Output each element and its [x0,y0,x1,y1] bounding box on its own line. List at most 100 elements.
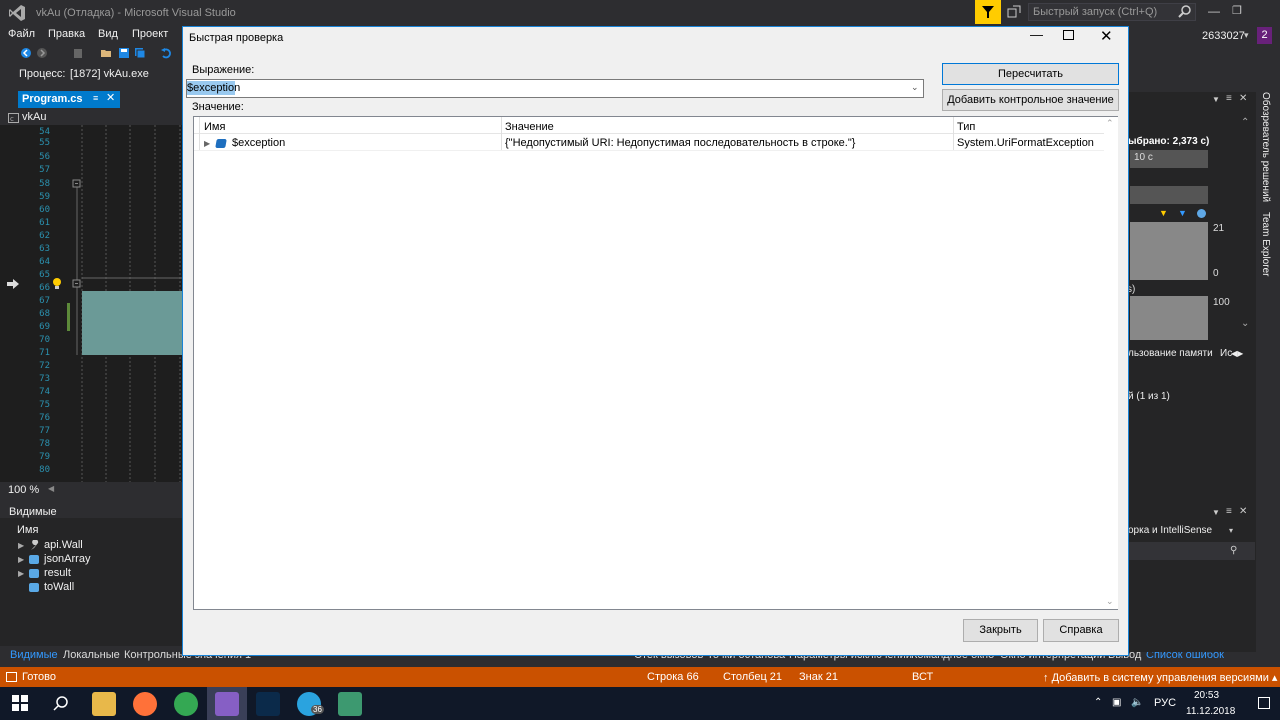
action-center-icon[interactable] [1258,697,1270,709]
clock-date[interactable]: 11.12.2018 [1186,706,1235,717]
panel2-dropdown-icon[interactable]: ▼ [1212,508,1220,517]
feedback-filter-icon[interactable] [975,0,1001,24]
dialog-minimize-button[interactable]: — [1030,27,1043,42]
live-share-icon[interactable] [1007,5,1021,19]
wrench-icon [31,540,39,550]
column-header-name[interactable]: Имя [17,524,38,536]
add-watch-button[interactable]: Добавить контрольное значение [942,89,1119,111]
column-header-value[interactable]: Значение [505,121,554,133]
help-button[interactable]: Справка [1043,619,1119,642]
grid-scrollbar[interactable] [1104,117,1118,609]
tab-locals[interactable]: Локальные [63,649,120,661]
minimize-window-button[interactable]: — [1208,4,1220,18]
file-explorer-icon[interactable] [92,692,116,716]
list-item[interactable]: jsonArray [44,553,90,565]
volume-icon[interactable]: 🔈 [1131,697,1143,708]
scroll-down-icon[interactable]: ⌄ [1241,318,1249,329]
panel-pin-icon[interactable]: ≡ [1226,93,1232,104]
app-window-icon[interactable] [338,692,362,716]
close-tab-icon[interactable]: ✕ [106,91,115,104]
expand-icon[interactable]: ▶ [18,555,24,564]
axis-zero: 0 [1213,268,1219,279]
status-icon [6,672,17,682]
expand-icon[interactable]: ▶ [18,569,24,578]
restore-window-button[interactable]: ❐ [1232,4,1242,17]
scroll-up-icon[interactable]: ⌃ [1241,117,1249,128]
recalculate-button[interactable]: Пересчитать [942,63,1119,85]
value-grid [193,116,1118,610]
expression-dropdown-icon[interactable]: ⌄ [911,82,919,93]
code-app-icon[interactable] [256,692,280,716]
menu-view[interactable]: Вид [98,28,118,40]
tab-scroll-icon[interactable]: ◀▶ [1231,349,1243,358]
search-icon[interactable] [1178,4,1192,18]
tray-chevron-icon[interactable]: ⌃ [1094,697,1102,708]
open-folder-icon[interactable] [100,47,112,59]
grid-scroll-up-icon[interactable]: ⌃ [1106,118,1114,129]
back-icon[interactable] [20,47,32,59]
autos-panel [0,518,182,646]
process-select[interactable]: [1872] vkAu.exe [70,68,149,80]
dialog-maximize-button[interactable] [1063,30,1074,40]
menu-file[interactable]: Файл [8,28,35,40]
visual-studio-icon[interactable] [215,692,239,716]
scroll-left-icon[interactable]: ◀ [48,484,54,493]
user-account[interactable]: 2633027 [1202,30,1245,42]
menu-edit[interactable]: Правка [48,28,85,40]
panel2-pin-icon[interactable]: ≡ [1226,506,1232,517]
filter-dropdown-icon[interactable]: ▾ [1229,526,1233,535]
undo-icon[interactable] [160,47,172,59]
quick-launch-input[interactable]: Быстрый запуск (Ctrl+Q) [1028,3,1196,21]
new-project-icon[interactable] [72,47,84,59]
chrome-icon[interactable] [174,692,198,716]
expression-combobox[interactable] [186,79,924,98]
team-explorer-tab[interactable]: Team Explorer [1260,212,1271,276]
menu-project[interactable]: Проект [132,28,168,40]
expand-icon[interactable]: ▶ [18,541,24,550]
error-search-icon[interactable]: ⚲ [1230,545,1237,556]
panel-dropdown-icon[interactable]: ▼ [1212,95,1220,104]
status-char: Знак 21 [799,671,838,683]
expand-row-icon[interactable]: ▶ [204,139,210,148]
error-list-filter[interactable]: орка и IntelliSense [1128,525,1212,536]
memory-graph [1130,222,1208,280]
close-button[interactable]: Закрыть [963,619,1038,642]
row-value[interactable]: {"Недопустимый URI: Недопустимая последо… [505,137,855,149]
network-icon[interactable]: ▣ [1112,697,1121,708]
expression-input[interactable]: $exception [187,82,240,94]
pin-tab-icon[interactable]: ≡ [93,93,98,103]
solution-explorer-tab[interactable]: Обозреватель решений [1260,92,1271,202]
list-item[interactable]: api.Wall [44,539,83,551]
save-all-icon[interactable] [134,47,146,59]
clock-time[interactable]: 20:53 [1194,690,1219,701]
notifications-badge[interactable]: 2 [1257,27,1272,44]
firefox-icon[interactable] [133,692,157,716]
variable-icon [29,569,39,578]
zoom-level[interactable]: 100 % [8,484,39,496]
column-separator[interactable] [953,117,954,150]
lightbulb-icon[interactable] [52,277,62,290]
tab-memory-usage[interactable]: льзование памяти [1128,348,1213,359]
windows-start-icon[interactable] [12,695,28,711]
taskbar-search-icon[interactable] [53,695,69,711]
account-dropdown-icon[interactable]: ▾ [1244,30,1249,41]
list-item[interactable]: result [44,567,71,579]
tab-program-cs[interactable]: Program.cs [18,91,120,108]
line-number: 78 [39,439,50,449]
column-header-name[interactable]: Имя [204,121,225,133]
add-to-source-control-button[interactable]: ↑ Добавить в систему управления версиями… [1043,671,1277,684]
nav-project-select[interactable]: vkAu [22,111,46,123]
tab-autos[interactable]: Видимые [10,649,58,661]
forward-icon[interactable] [36,47,48,59]
input-language[interactable]: РУС [1154,697,1176,709]
column-separator[interactable] [501,117,502,150]
dialog-close-button[interactable]: ✕ [1100,27,1113,45]
save-icon[interactable] [118,47,130,59]
grid-scroll-down-icon[interactable]: ⌄ [1106,596,1114,607]
row-type[interactable]: System.UriFormatException [957,137,1094,149]
panel-close-icon[interactable]: ✕ [1239,93,1247,104]
list-item[interactable]: toWall [44,581,74,593]
panel2-close-icon[interactable]: ✕ [1239,506,1247,517]
row-name[interactable]: $exception [232,137,285,149]
column-header-type[interactable]: Тип [957,121,975,133]
